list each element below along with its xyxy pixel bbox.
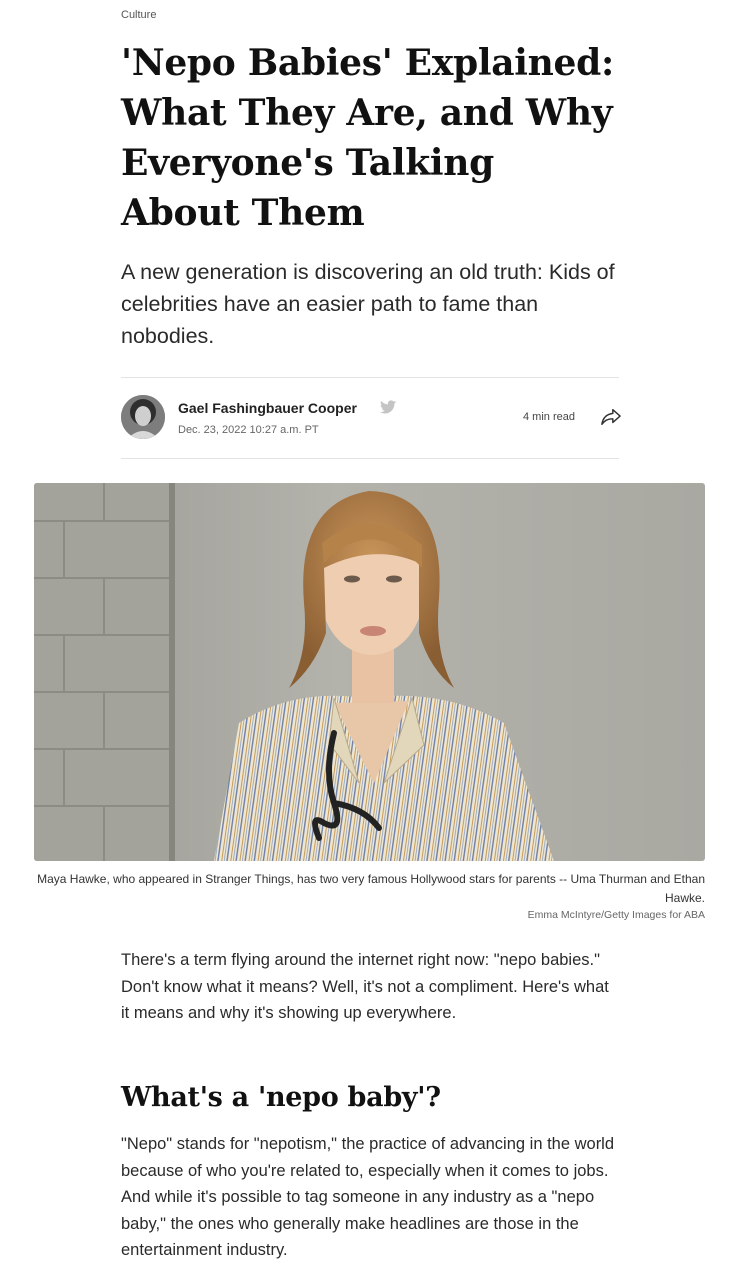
body-paragraph: "Nepo" stands for "nepotism," the practi… [121, 1135, 615, 1259]
article-dek: A new generation is discovering an old t… [121, 260, 615, 348]
image-credit: Emma McIntyre/Getty Images for ABA [527, 909, 705, 921]
article-title: 'Nepo Babies' Explained: What They Are, … [121, 42, 614, 234]
read-time: 4 min read [523, 411, 575, 423]
publish-date: Dec. 23, 2022 10:27 a.m. PT [178, 424, 319, 436]
image-caption: Maya Hawke, who appeared in Stranger Thi… [37, 872, 705, 905]
hero-photo[interactable] [34, 483, 705, 861]
section-heading: What's a 'nepo baby'? [121, 1082, 441, 1113]
byline-divider-bottom [121, 458, 619, 459]
author-avatar[interactable] [121, 395, 165, 439]
article-category[interactable]: Culture [121, 9, 156, 21]
author-name-link[interactable]: Gael Fashingbauer Cooper [178, 400, 357, 416]
byline: Gael Fashingbauer Cooper Dec. 23, 2022 1… [121, 378, 622, 458]
share-arrow-icon[interactable] [600, 407, 622, 427]
body-paragraph: There's a term flying around the interne… [121, 951, 609, 1022]
twitter-bird-icon[interactable] [380, 400, 396, 414]
